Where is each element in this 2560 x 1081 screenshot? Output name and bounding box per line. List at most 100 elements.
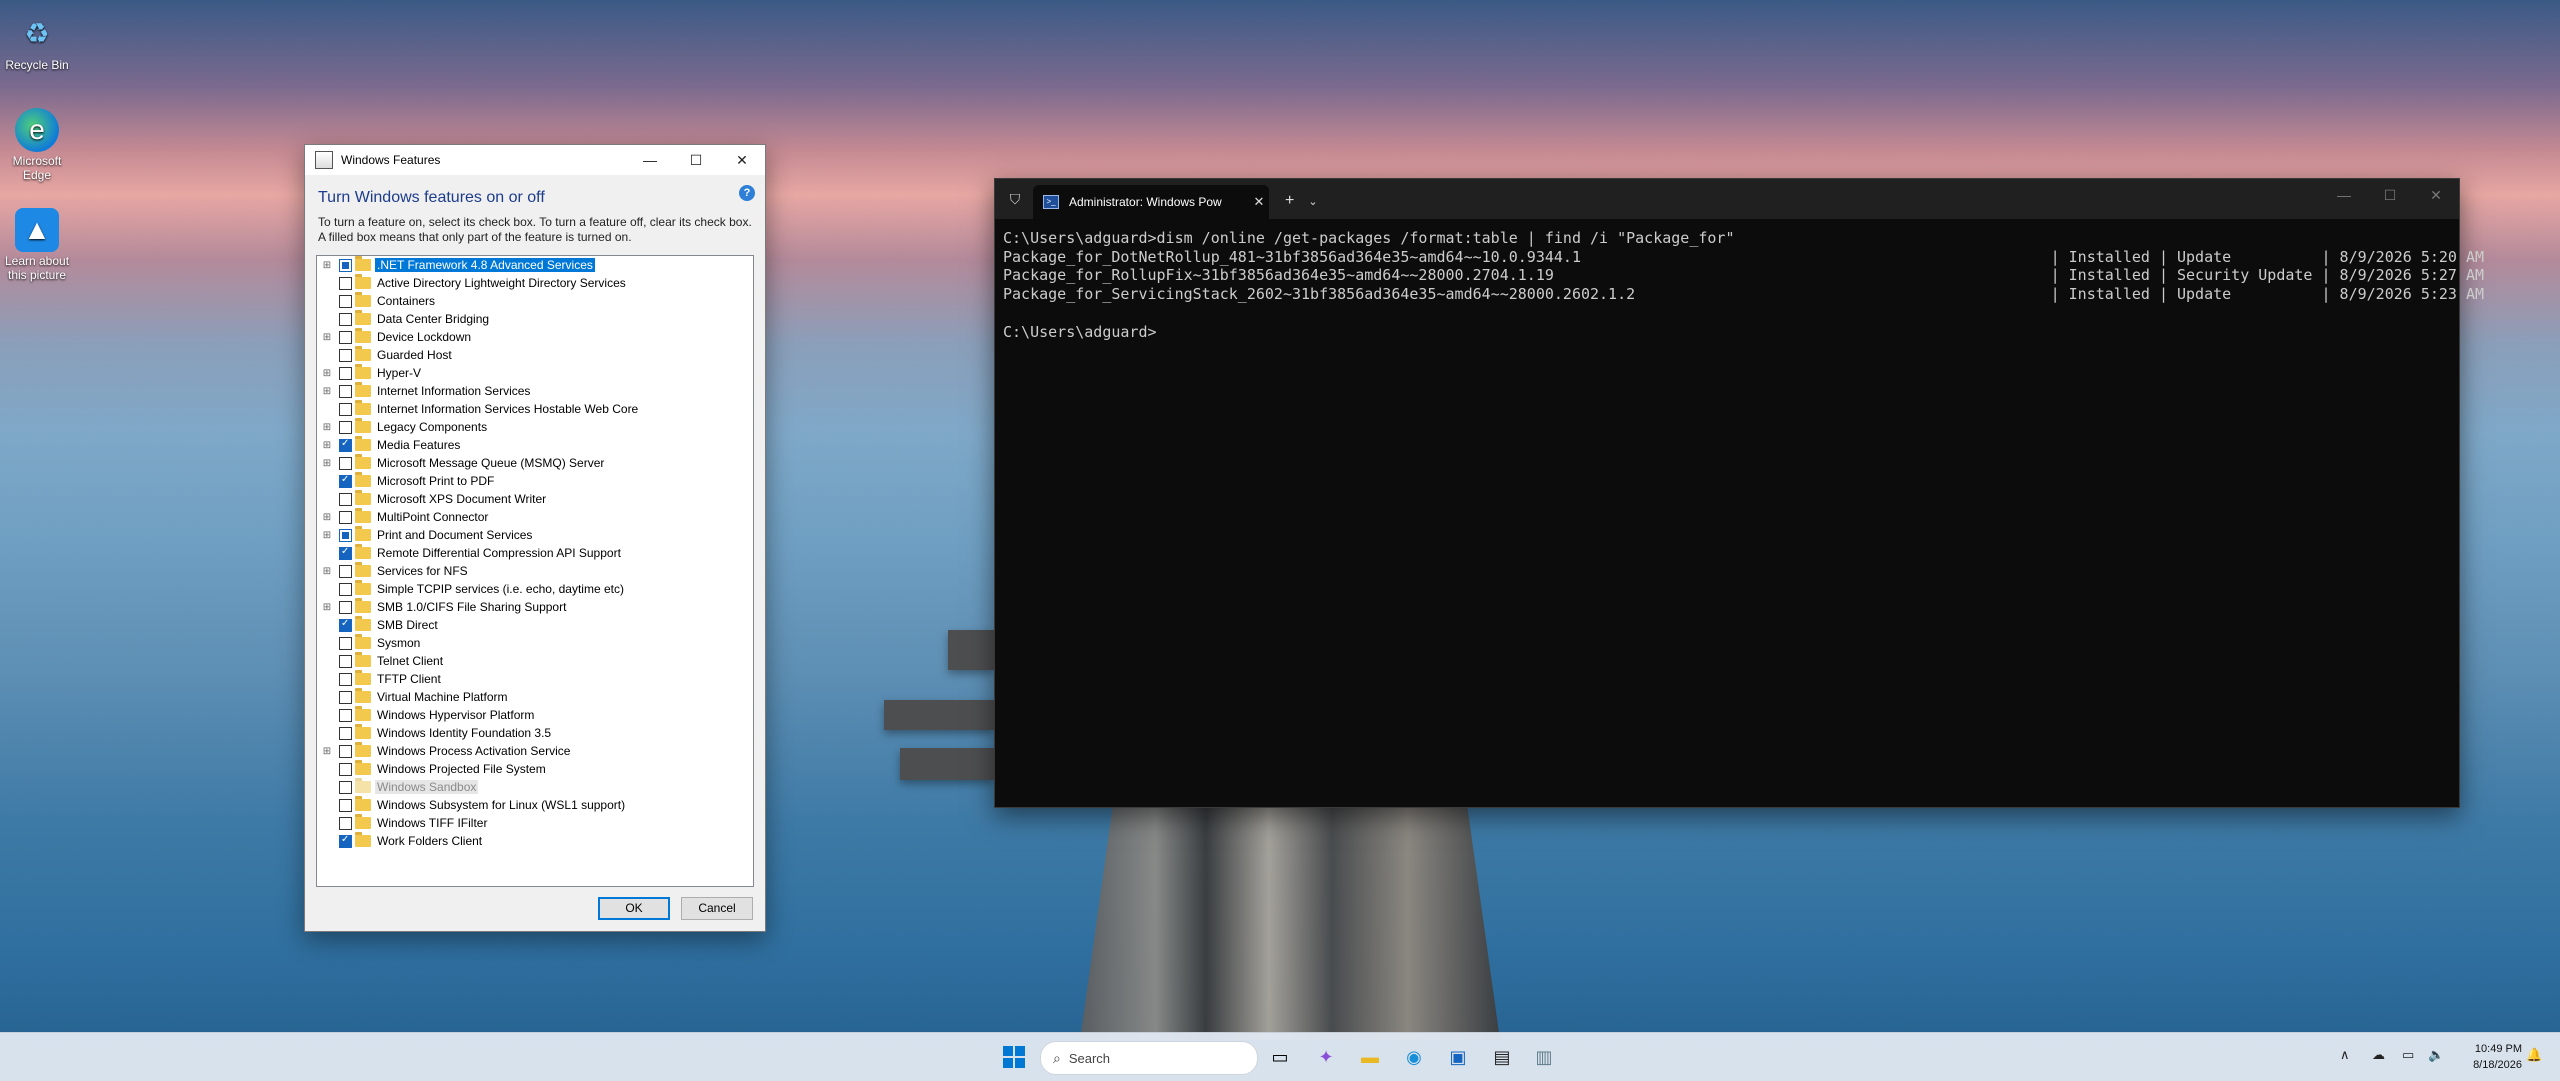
feature-checkbox[interactable]	[339, 672, 352, 686]
feature-row[interactable]: ⊞ Internet Information Services	[317, 382, 753, 400]
terminal-minimize-button[interactable]: —	[2321, 179, 2367, 211]
expand-icon[interactable]: ⊞	[321, 511, 333, 523]
feature-row[interactable]: ⊞ .NET Framework 4.8 Advanced Services	[317, 256, 753, 274]
feature-row[interactable]: Microsoft XPS Document Writer	[317, 490, 753, 508]
feature-row[interactable]: Active Directory Lightweight Directory S…	[317, 274, 753, 292]
feature-row[interactable]: Guarded Host	[317, 346, 753, 364]
file-explorer-icon[interactable]: ▬	[1358, 1045, 1382, 1069]
feature-row[interactable]: Remote Differential Compression API Supp…	[317, 544, 753, 562]
feature-row[interactable]: Work Folders Client	[317, 832, 753, 850]
feature-checkbox[interactable]	[339, 420, 352, 434]
feature-row[interactable]: Windows Sandbox	[317, 778, 753, 796]
feature-checkbox[interactable]	[339, 384, 352, 398]
expand-icon[interactable]: ⊞	[321, 565, 333, 577]
feature-checkbox[interactable]	[339, 798, 352, 812]
notification-bell-icon[interactable]: 🔔	[2526, 1047, 2542, 1063]
desktop-icon-recycle-bin[interactable]: ♻ Recycle Bin	[0, 12, 74, 73]
show-hidden-icons-chevron-icon[interactable]: ∧	[2340, 1047, 2350, 1063]
feature-checkbox[interactable]	[339, 834, 352, 848]
maximize-button[interactable]: ☐	[673, 145, 719, 175]
feature-checkbox[interactable]	[339, 816, 352, 830]
feature-checkbox[interactable]	[339, 492, 352, 506]
feature-row[interactable]: Virtual Machine Platform	[317, 688, 753, 706]
expand-icon[interactable]: ⊞	[321, 745, 333, 757]
store-icon[interactable]: ▣	[1446, 1045, 1470, 1069]
desktop-icon-learn-about-picture[interactable]: ▲ Learn about this picture	[0, 208, 74, 282]
copilot-icon[interactable]: ✦	[1314, 1045, 1338, 1069]
feature-tree[interactable]: ⊞ .NET Framework 4.8 Advanced Services Act…	[316, 255, 754, 887]
feature-checkbox[interactable]	[339, 690, 352, 704]
feature-checkbox[interactable]	[339, 258, 352, 272]
feature-row[interactable]: TFTP Client	[317, 670, 753, 688]
feature-row[interactable]: Microsoft Print to PDF	[317, 472, 753, 490]
feature-checkbox[interactable]	[339, 636, 352, 650]
edge-taskbar-icon[interactable]: ◉	[1402, 1045, 1426, 1069]
feature-checkbox[interactable]	[339, 474, 352, 488]
feature-checkbox[interactable]	[339, 600, 352, 614]
feature-row[interactable]: ⊞ Services for NFS	[317, 562, 753, 580]
feature-checkbox[interactable]	[339, 402, 352, 416]
feature-checkbox[interactable]	[339, 510, 352, 524]
feature-checkbox[interactable]	[339, 456, 352, 470]
close-button[interactable]: ✕	[719, 145, 765, 175]
feature-row[interactable]: Containers	[317, 292, 753, 310]
feature-row[interactable]: ⊞ Media Features	[317, 436, 753, 454]
taskbar-search[interactable]: ⌕ Search	[1040, 1041, 1258, 1075]
expand-icon[interactable]: ⊞	[321, 331, 333, 343]
terminal-output[interactable]: C:\Users\adguard>dism /online /get-packa…	[995, 219, 2484, 351]
expand-icon[interactable]: ⊞	[321, 439, 333, 451]
expand-icon[interactable]: ⊞	[321, 421, 333, 433]
feature-checkbox[interactable]	[339, 708, 352, 722]
network-icon[interactable]: ▭	[2402, 1047, 2414, 1063]
expand-icon[interactable]: ⊞	[321, 367, 333, 379]
feature-row[interactable]: ⊞ Windows Process Activation Service	[317, 742, 753, 760]
feature-row[interactable]: SMB Direct	[317, 616, 753, 634]
terminal-close-button[interactable]: ✕	[2413, 179, 2459, 211]
feature-row[interactable]: Windows Subsystem for Linux (WSL1 suppor…	[317, 796, 753, 814]
onedrive-icon[interactable]: ☁	[2372, 1047, 2385, 1063]
feature-row[interactable]: Windows Identity Foundation 3.5	[317, 724, 753, 742]
feature-row[interactable]: ⊞ Print and Document Services	[317, 526, 753, 544]
volume-icon[interactable]: 🔈	[2428, 1047, 2444, 1063]
desktop-icon-edge[interactable]: e Microsoft Edge	[0, 108, 74, 182]
feature-checkbox[interactable]	[339, 330, 352, 344]
feature-checkbox[interactable]	[339, 726, 352, 740]
feature-checkbox[interactable]	[339, 366, 352, 380]
feature-row[interactable]: ⊞ MultiPoint Connector	[317, 508, 753, 526]
feature-row[interactable]: ⊞ Microsoft Message Queue (MSMQ) Server	[317, 454, 753, 472]
expand-icon[interactable]: ⊞	[321, 529, 333, 541]
tab-close-icon[interactable]: ✕	[1249, 194, 1269, 210]
feature-row[interactable]: Telnet Client	[317, 652, 753, 670]
expand-icon[interactable]: ⊞	[321, 385, 333, 397]
feature-row[interactable]: Windows TIFF IFilter	[317, 814, 753, 832]
feature-row[interactable]: ⊞ Legacy Components	[317, 418, 753, 436]
feature-row[interactable]: Simple TCPIP services (i.e. echo, daytim…	[317, 580, 753, 598]
cancel-button[interactable]: Cancel	[681, 897, 753, 920]
expand-icon[interactable]: ⊞	[321, 259, 333, 271]
terminal-taskbar-icon[interactable]: ▤	[1490, 1045, 1514, 1069]
feature-checkbox[interactable]	[339, 312, 352, 326]
feature-checkbox[interactable]	[339, 546, 352, 560]
feature-row[interactable]: Data Center Bridging	[317, 310, 753, 328]
new-tab-icon[interactable]: +	[1285, 192, 1294, 210]
task-view-icon[interactable]: ▭	[1268, 1045, 1292, 1069]
dialog-title-bar[interactable]: Windows Features — ☐ ✕	[305, 145, 765, 175]
expand-icon[interactable]: ⊞	[321, 601, 333, 613]
feature-checkbox[interactable]	[339, 276, 352, 290]
feature-checkbox[interactable]	[339, 564, 352, 578]
feature-row[interactable]: Windows Projected File System	[317, 760, 753, 778]
tab-dropdown-icon[interactable]: ⌄	[1308, 195, 1317, 208]
ok-button[interactable]: OK	[598, 897, 670, 920]
system-clock[interactable]: 10:49 PM 8/18/2026	[2473, 1041, 2522, 1073]
feature-checkbox[interactable]	[339, 438, 352, 452]
feature-checkbox[interactable]	[339, 744, 352, 758]
feature-row[interactable]: Sysmon	[317, 634, 753, 652]
terminal-maximize-button[interactable]: ☐	[2367, 179, 2413, 211]
feature-row[interactable]: Internet Information Services Hostable W…	[317, 400, 753, 418]
feature-row[interactable]: ⊞ Hyper-V	[317, 364, 753, 382]
feature-row[interactable]: ⊞ SMB 1.0/CIFS File Sharing Support	[317, 598, 753, 616]
feature-checkbox[interactable]	[339, 528, 352, 542]
control-panel-icon[interactable]: ▥	[1532, 1045, 1556, 1069]
feature-checkbox[interactable]	[339, 618, 352, 632]
feature-row[interactable]: ⊞ Device Lockdown	[317, 328, 753, 346]
